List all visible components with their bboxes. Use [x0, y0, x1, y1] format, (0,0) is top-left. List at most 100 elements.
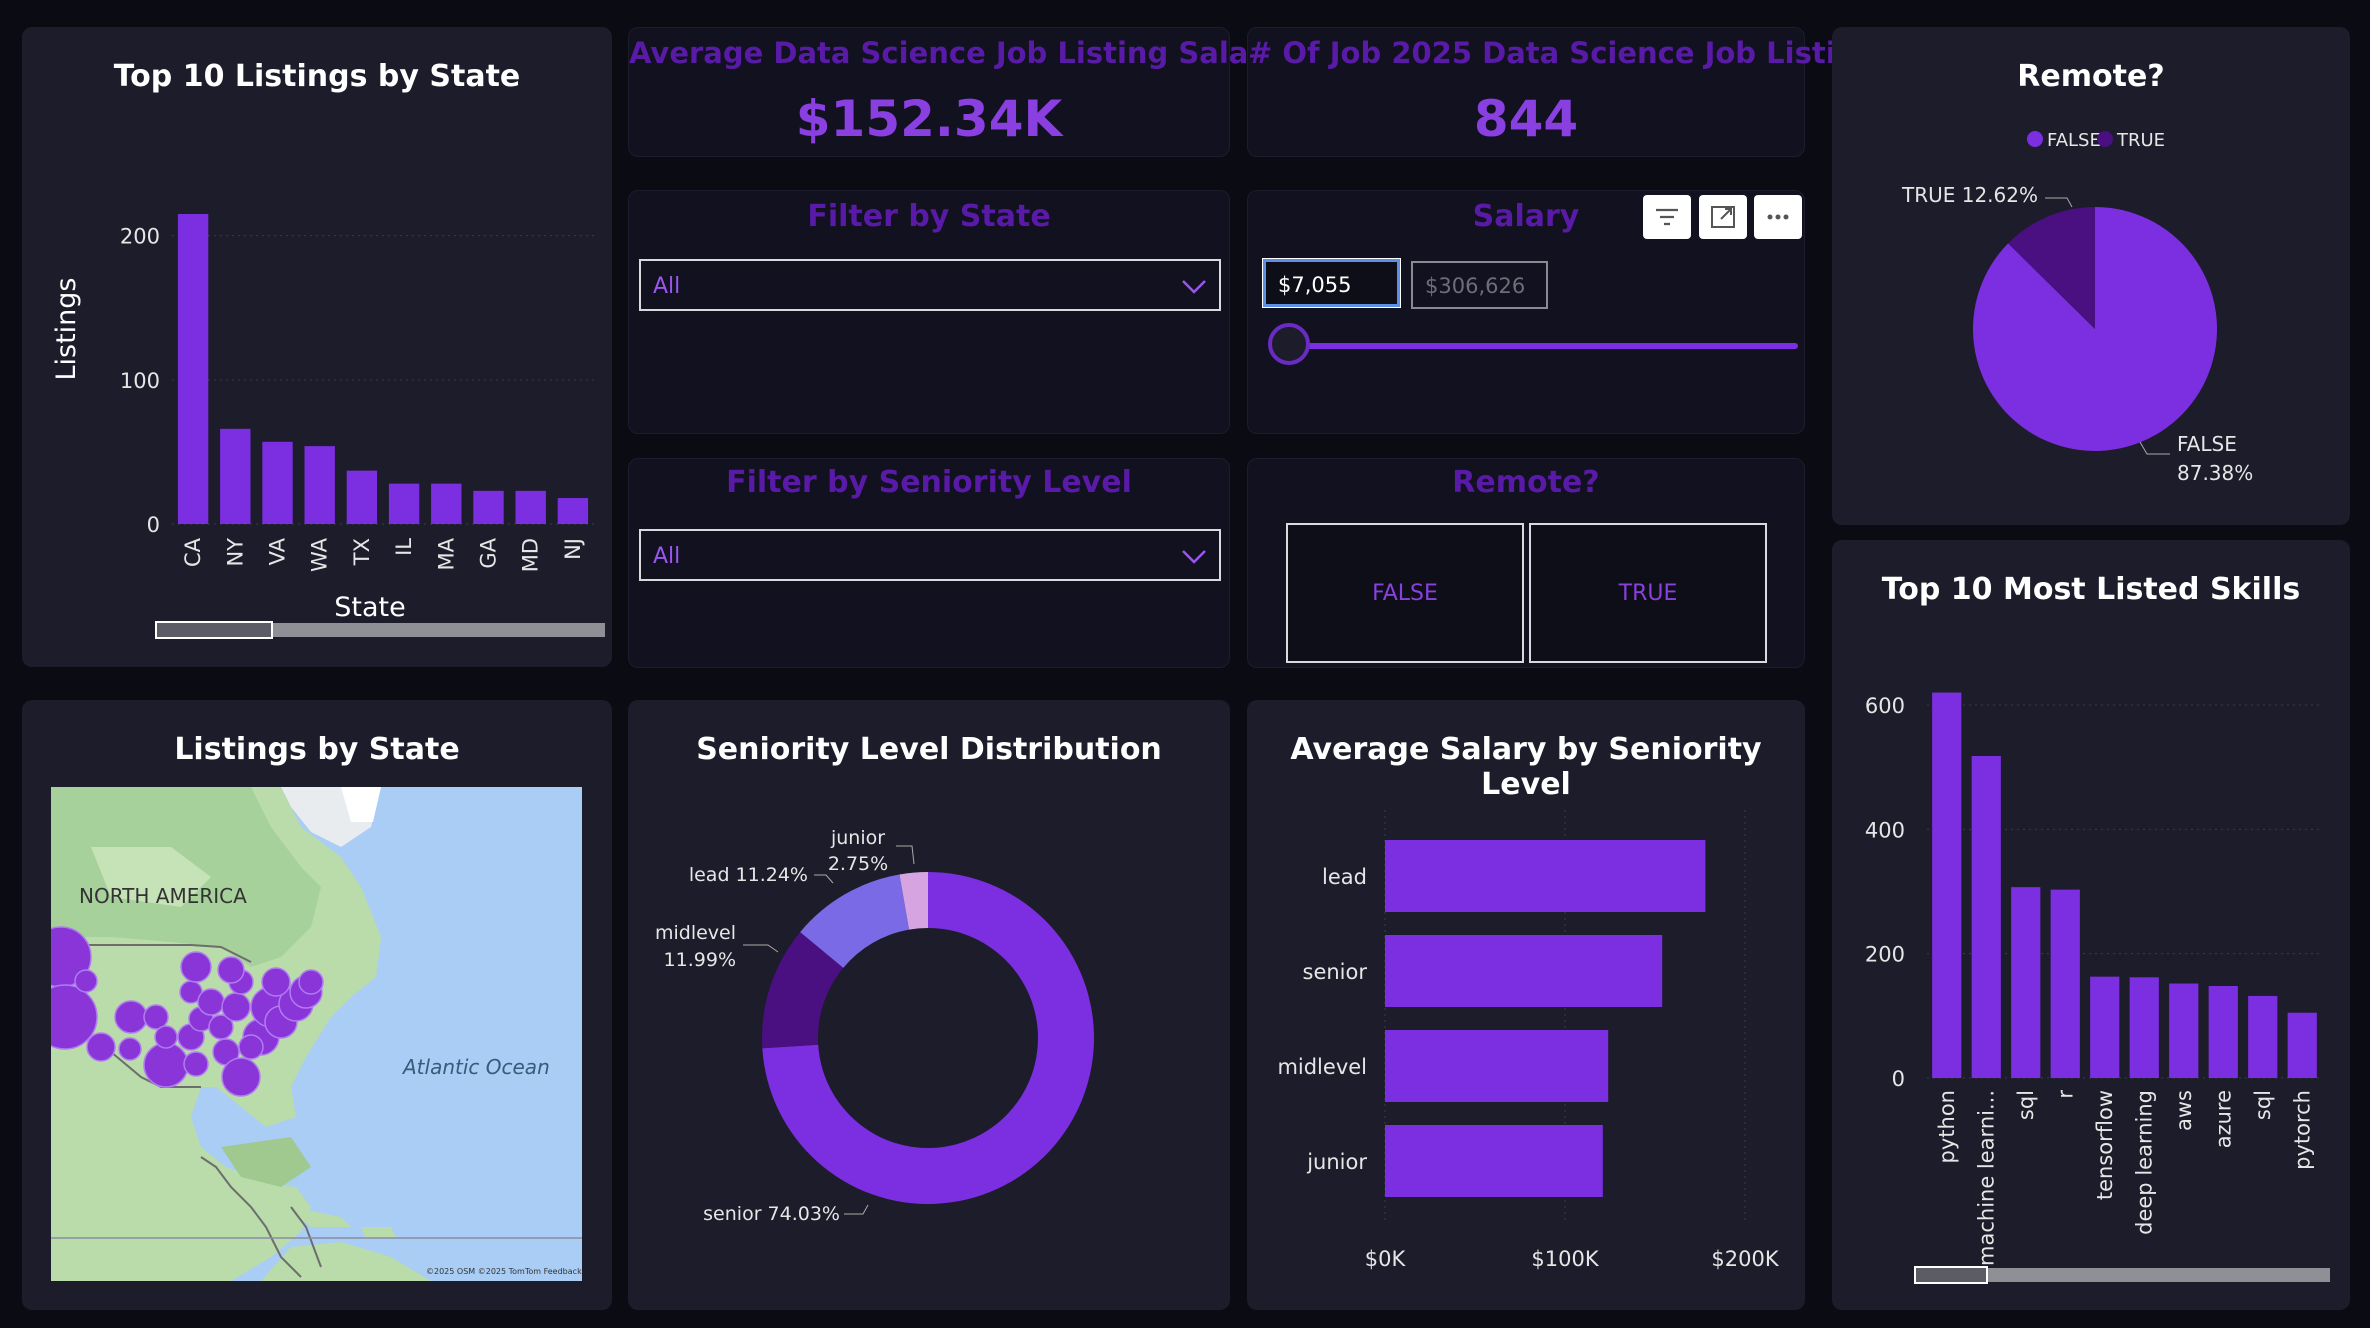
y-tick-label: 200 [120, 225, 160, 249]
states-bar-chart: 0 100 200 CA NY VA WA TX IL MA GA MD NJ State Listings [51, 214, 594, 623]
chevron-down-icon [1179, 541, 1209, 575]
filter-state-title: Filter by State [807, 199, 1051, 234]
x-tick-label: sql [2251, 1090, 2275, 1120]
x-tick-label: VA [266, 537, 290, 565]
skills-bar [2090, 976, 2120, 1078]
salary-seniority-bar [1385, 935, 1663, 1007]
y-tick-label: 100 [120, 369, 160, 393]
salary-max-input[interactable]: $306,626 [1411, 261, 1548, 309]
leader-line [896, 845, 915, 865]
remote-false-button[interactable]: FALSE [1286, 523, 1524, 663]
ocean-label: Atlantic Ocean [401, 1055, 550, 1079]
x-tick-label: $200K [1711, 1247, 1779, 1271]
x-tick-label: WA [308, 537, 332, 572]
remote-pie-card: Remote? FALSE TRUE TRUE 12.62% FALSE 87.38% [1832, 27, 2350, 525]
map-attribution[interactable]: ©2025 OSM ©2025 TomTom Feedback [426, 1267, 582, 1276]
job-count-kpi-card: # Of Job 2025 Data Science Job Listings … [1247, 27, 1895, 157]
salary-seniority-bar [1385, 840, 1706, 912]
y-tick-label: 200 [1865, 943, 1905, 967]
x-tick-label: $100K [1531, 1247, 1599, 1271]
y-tick-label: 0 [147, 513, 160, 537]
legend-label: TRUE [2116, 130, 2165, 151]
states-scrollbar-thumb[interactable] [155, 621, 273, 639]
donut-data-label: senior 74.03% [703, 1203, 840, 1225]
states-bar [346, 470, 378, 524]
continent-label: NORTH AMERICA [79, 884, 247, 908]
x-tick-label: NY [223, 538, 247, 567]
salary-slicer-card: Salary $7,055 $306,626 [1247, 190, 1805, 434]
filter-seniority-title: Filter by Seniority Level [726, 465, 1132, 500]
states-scrollbar[interactable] [155, 621, 605, 639]
skills-bar [1971, 755, 2001, 1078]
leader-line [844, 1204, 869, 1215]
seniority-dropdown[interactable]: All [639, 529, 1221, 581]
y-axis-title: Listings [51, 277, 82, 380]
leader-line [2139, 441, 2170, 455]
filter-icon[interactable] [1643, 195, 1691, 239]
skills-bar-chart: 0 200 400 600 python machine learni... sql r ten… [1865, 692, 2322, 1266]
focus-mode-icon[interactable] [1699, 195, 1747, 239]
x-tick-label: r [2053, 1090, 2077, 1099]
states-bar [557, 498, 589, 524]
skills-bar [2129, 977, 2159, 1078]
pie-data-label: FALSE [2177, 432, 2237, 456]
job-count-kpi-title: # Of Job 2025 Data Science Job Listings [1248, 36, 1895, 70]
skills-scrollbar[interactable] [1914, 1266, 2330, 1284]
salary-min-input[interactable]: $7,055 [1262, 258, 1401, 308]
donut-data-label: lead 11.24% [689, 864, 808, 886]
x-tick-label: IL [392, 538, 416, 556]
remote-true-button[interactable]: TRUE [1529, 523, 1767, 663]
skills-bar [2208, 985, 2238, 1078]
skills-bar [1932, 692, 1962, 1078]
x-tick-label: GA [477, 537, 501, 568]
avg-salary-kpi-value: $152.34K [795, 90, 1063, 148]
pie-data-label: 87.38% [2177, 461, 2253, 485]
y-tick-label: midlevel [1277, 1055, 1367, 1079]
states-bar [473, 490, 504, 524]
skills-scrollbar-thumb[interactable] [1914, 1266, 1988, 1284]
job-count-kpi-value: 844 [1473, 90, 1579, 148]
more-options-icon[interactable] [1754, 195, 1802, 239]
leader-line [814, 874, 834, 884]
y-tick-label: 600 [1865, 694, 1905, 718]
donut-data-label: 11.99% [664, 949, 736, 971]
seniority-card: Seniority Level Distribution senior 74.0… [628, 700, 1230, 1310]
donut-data-label: midlevel [655, 922, 736, 944]
x-tick-label: MD [519, 538, 543, 572]
skills-card: Top 10 Most Listed Skills 0 200 400 600 pyth… [1832, 540, 2350, 1310]
y-tick-label: 0 [1892, 1067, 1905, 1091]
remote-pie-chart: FALSE TRUE TRUE 12.62% FALSE 87.38% [1901, 130, 2253, 485]
x-tick-label: TX [350, 538, 374, 566]
seniority-donut-chart: senior 74.03% midlevel 11.99% lead 11.24% ju… [655, 827, 1094, 1225]
salary-seniority-bar [1385, 1030, 1609, 1102]
avg-salary-kpi-card: Average Data Science Job Listing Salary … [628, 27, 1282, 157]
remote-toggle-card: Remote? FALSE TRUE [1247, 458, 1805, 668]
salary-slider-handle[interactable] [1268, 323, 1310, 365]
leader-line [2045, 197, 2073, 208]
skills-bar [2287, 1012, 2317, 1078]
map-card: Listings by State NORTH AMERICA Atlantic… [22, 700, 612, 1310]
states-bar [515, 490, 546, 524]
seniority-dropdown-value: All [653, 544, 681, 569]
y-tick-label: lead [1322, 865, 1367, 889]
legend-marker [2097, 131, 2113, 147]
x-axis-title: State [334, 592, 405, 623]
donut-data-label: junior [830, 827, 885, 849]
salary-seniority-bar-chart: $0K $100K $200K lead senior midlevel junior [1277, 810, 1780, 1271]
leader-line [743, 944, 779, 953]
avg-salary-seniority-card: Average Salary by Seniority Level $0K $10… [1247, 700, 1805, 1310]
states-bar [177, 214, 209, 524]
states-bar [262, 441, 293, 524]
skills-bar [2169, 983, 2199, 1078]
x-tick-label: $0K [1365, 1247, 1407, 1271]
skills-bar [2050, 889, 2080, 1078]
states-bar [220, 428, 251, 524]
x-tick-label: CA [181, 537, 205, 567]
salary-slider-track[interactable] [1288, 343, 1798, 349]
y-tick-label: junior [1306, 1150, 1367, 1174]
y-tick-label: senior [1303, 960, 1368, 984]
x-tick-label: sql [2014, 1090, 2038, 1120]
x-tick-label: python [1935, 1090, 1959, 1163]
listings-map[interactable]: NORTH AMERICA Atlantic Ocean ©2025 OSM ©… [51, 787, 582, 1281]
state-dropdown[interactable]: All [639, 259, 1221, 311]
